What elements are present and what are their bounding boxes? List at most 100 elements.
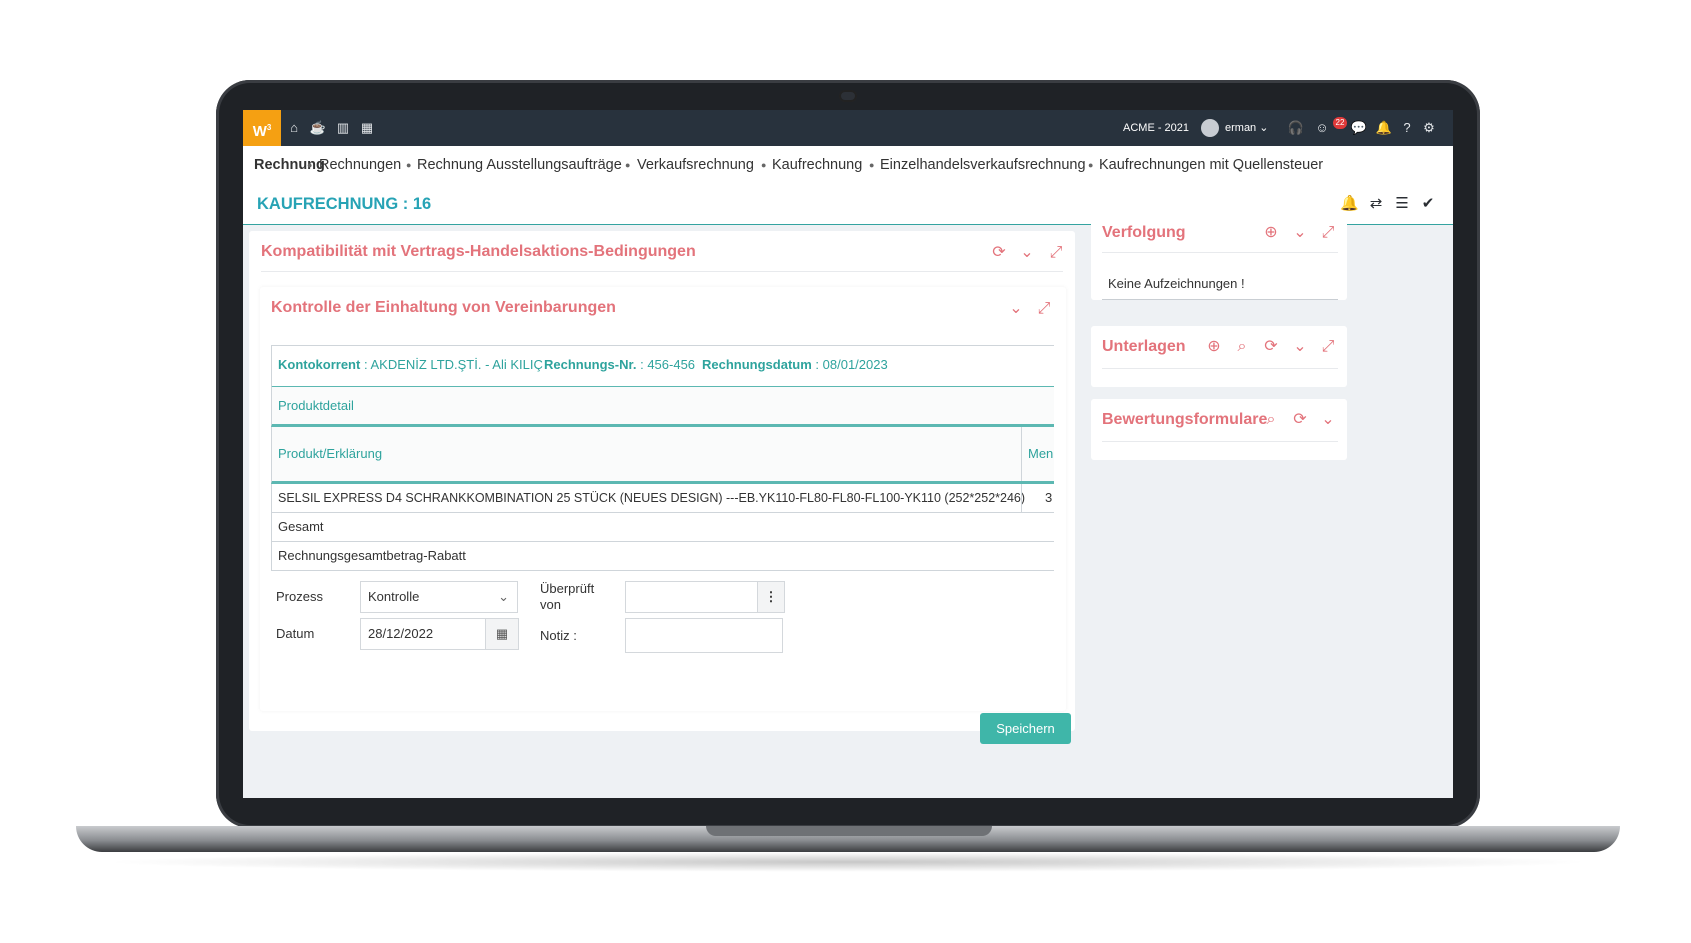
laptop-notch [706,826,992,836]
panel-title: Unterlagen [1102,338,1186,355]
invoice-number-label: Rechnungs-Nr. [544,357,637,372]
calendar-icon[interactable]: ▦ [358,119,376,137]
breadcrumb-separator: ● [1088,160,1094,170]
total-row: Gesamt [271,513,1054,542]
check-icon[interactable]: ✔ [1419,195,1437,213]
breadcrumb-item[interactable]: Kaufrechnung [772,146,862,184]
date-value: 28/12/2022 [368,626,434,641]
app-logo[interactable]: W3 [243,110,281,146]
avatar[interactable] [1201,119,1219,137]
date-input[interactable]: 28/12/2022 [360,618,486,650]
expand-icon[interactable]: ⤢ [1318,337,1338,357]
column-divider [1021,427,1022,481]
user-menu[interactable]: erman ⌄ [1225,110,1268,146]
agreement-control-card: Kontrolle der Einhaltung von Vereinbarun… [260,287,1071,744]
table-row[interactable]: SELSIL EXPRESS D4 SCHRANKKOMBINATION 25 … [271,484,1054,513]
search-icon[interactable]: ⌕ [1261,410,1281,430]
notification-badge: 22 [1333,117,1347,129]
breadcrumb-item[interactable]: Kaufrechnungen mit Quellensteuer [1099,146,1323,184]
compatibility-panel: Kompatibilität mit Vertrags-Handelsaktio… [249,231,1075,744]
laptop-shadow [100,852,1596,872]
expand-icon[interactable]: ⤢ [1046,243,1066,263]
product-detail-label: Produktdetail [278,398,354,413]
chevron-down-icon[interactable]: ⌄ [1318,410,1338,430]
coffee-icon[interactable]: ☕ [309,119,327,137]
chat-icon[interactable]: 💬 [1350,119,1368,137]
panel-title: Verfolgung [1102,224,1186,241]
expand-icon[interactable]: ⤢ [1318,223,1338,243]
divider [1102,252,1338,253]
evaluation-forms-panel: Bewertungsformulare ⌕ ⟳ ⌄ [1091,399,1347,460]
process-value: Kontrolle [368,589,420,604]
product-cell: SELSIL EXPRESS D4 SCHRANKKOMBINATION 25 … [278,491,1026,505]
process-label: Prozess [276,589,323,604]
breadcrumb-item[interactable]: Einzelhandelsverkaufsrechnung [880,146,1086,184]
empty-message: Keine Aufzeichnungen ! [1108,276,1245,291]
chevron-down-icon[interactable]: ⌄ [1290,223,1310,243]
invoice-date-value: : 08/01/2023 [815,357,888,372]
invoice-info-row: Kontokorrent : AKDENİZ LTD.ŞTİ. - Ali KI… [271,345,1054,389]
divider [261,271,1063,272]
more-options-icon[interactable]: ⋮ [757,581,785,613]
breadcrumb-separator: ● [625,160,631,170]
process-select[interactable]: Kontrolle ⌄ [360,581,518,613]
top-navbar: W3 ⌂ ☕ ▥ ▦ ACME - 2021 erman ⌄ 🎧 ☺ 22 💬 … [243,110,1453,146]
add-icon[interactable]: ⊕ [1261,223,1281,243]
breadcrumb-item[interactable]: Verkaufsrechnung [637,146,754,184]
breadcrumb-item[interactable]: Rechnung Ausstellungsaufträge [417,146,622,184]
card-title: Kontrolle der Einhaltung von Vereinbarun… [271,299,616,316]
note-label: Notiz : [540,628,577,643]
total-label: Gesamt [278,519,324,534]
breadcrumb-separator: ● [761,160,767,170]
list-icon[interactable]: ☰ [1393,195,1411,213]
divider [1102,299,1338,300]
breadcrumb: Rechnung ● Rechnungen ● Rechnung Ausstel… [243,146,1453,184]
date-label: Datum [276,626,315,641]
help-icon[interactable]: ? [1398,119,1416,137]
breadcrumb-separator: ● [307,160,313,170]
calendar-icon[interactable]: ▦ [485,618,519,650]
kontokorrent-value: : AKDENİZ LTD.ŞTİ. - Ali KILIÇ [363,357,543,372]
app-screen: W3 ⌂ ☕ ▥ ▦ ACME - 2021 erman ⌄ 🎧 ☺ 22 💬 … [243,110,1453,798]
expand-icon[interactable]: ⤢ [1034,299,1054,319]
note-textarea[interactable] [625,618,783,653]
breadcrumb-active[interactable]: Rechnung [254,146,325,184]
product-detail-header: Produktdetail [271,387,1054,427]
reviewed-by-input[interactable] [625,581,759,613]
column-divider [1021,484,1022,512]
company-selector[interactable]: ACME - 2021 [1123,110,1189,146]
chart-icon[interactable]: ▥ [334,119,352,137]
chevron-down-icon[interactable]: ⌄ [1006,299,1026,319]
kontokorrent-label: Kontokorrent [278,357,361,372]
repeat-icon[interactable]: ⇄ [1367,195,1385,213]
reviewed-by-label: Überprüft von [540,581,595,612]
panel-title: Bewertungsformulare [1102,411,1268,428]
documents-panel: Unterlagen ⊕ ⌕ ⟳ ⌄ ⤢ [1091,326,1347,387]
save-button[interactable]: Speichern [980,713,1071,744]
breadcrumb-separator: ● [406,160,412,170]
breadcrumb-item[interactable]: Rechnungen [319,146,401,184]
search-icon[interactable]: ⌕ [1232,337,1252,357]
headset-icon[interactable]: 🎧 [1287,119,1305,137]
invoice-number-value: : 456-456 [640,357,696,372]
chevron-down-icon[interactable]: ⌄ [1290,337,1310,357]
table-header: Produkt/Erklärung Men [271,427,1054,484]
home-icon[interactable]: ⌂ [285,119,303,137]
discount-row: Rechnungsgesamtbetrag-Rabatt [271,542,1054,571]
add-icon[interactable]: ⊕ [1204,337,1224,357]
discount-label: Rechnungsgesamtbetrag-Rabatt [278,548,466,563]
chevron-down-icon[interactable]: ⌄ [1017,243,1037,263]
refresh-icon[interactable]: ⟳ [1261,337,1281,357]
bell-icon[interactable]: 🔔 [1340,195,1359,213]
column-header-product[interactable]: Produkt/Erklärung [278,427,382,481]
bell-icon[interactable]: 🔔 [1375,119,1393,137]
refresh-icon[interactable]: ⟳ [989,243,1009,263]
column-header-quantity[interactable]: Men [1028,427,1053,481]
gear-icon[interactable]: ⚙ [1420,119,1438,137]
page-title: KAUFRECHNUNG : 16 [257,195,432,213]
invoice-date-label: Rechnungsdatum [702,357,812,372]
panel-title: Kompatibilität mit Vertrags-Handelsaktio… [261,243,696,260]
smiley-icon[interactable]: ☺ [1313,119,1331,137]
divider [1102,368,1338,369]
refresh-icon[interactable]: ⟳ [1290,410,1310,430]
